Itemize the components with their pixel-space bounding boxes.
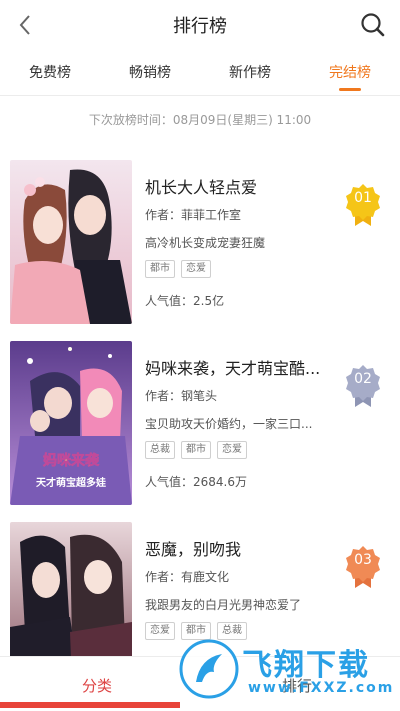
- rank-number: 01: [354, 190, 372, 206]
- cover-title: 妈咪来袭: [43, 452, 100, 469]
- comic-author: 作者：钢笔头: [145, 389, 218, 403]
- bottom-active-indicator: [0, 702, 180, 708]
- tab-active-indicator: [339, 88, 361, 91]
- rank-badge-icon: 03: [344, 544, 382, 590]
- comic-description: 我跟男友的白月光男神恋爱了: [145, 598, 302, 612]
- tab-free[interactable]: 免费榜: [0, 62, 100, 82]
- rank-number: 03: [354, 552, 372, 568]
- comic-description: 宝贝助攻天价婚约，一家三口...: [145, 417, 313, 431]
- tab-completed[interactable]: 完结榜: [300, 62, 400, 82]
- tag-list: 总裁 都市 恋爱: [145, 441, 247, 459]
- watermark-url: www.FXXZ.com: [248, 680, 395, 696]
- bottom-tab-category[interactable]: 分类: [82, 675, 112, 696]
- cover-subtitle: 天才萌宝超多娃: [36, 476, 106, 489]
- genre-tag: 恋爱: [181, 260, 211, 278]
- ranking-item[interactable]: 机长大人轻点爱 作者：菲菲工作室 高冷机长变成宠妻狂魔 都市 恋爱 人气值：2.…: [0, 160, 400, 332]
- ranking-item[interactable]: 妈咪来袭 天才萌宝超多娃 妈咪来袭，天才萌宝酷... 作者：钢笔头 宝贝助攻天价…: [0, 341, 400, 513]
- comic-title[interactable]: 机长大人轻点爱: [145, 174, 325, 198]
- genre-tag: 总裁: [145, 441, 175, 459]
- tag-list: 都市 恋爱: [145, 260, 211, 278]
- genre-tag: 恋爱: [145, 622, 175, 640]
- comic-title[interactable]: 妈咪来袭，天才萌宝酷...: [145, 355, 325, 379]
- popularity: 人气值：2684.6万: [145, 475, 247, 489]
- comic-cover[interactable]: 妈咪来袭 天才萌宝超多娃: [10, 341, 132, 505]
- top-bar: 排行榜: [0, 0, 400, 50]
- comic-author: 作者：菲菲工作室: [145, 208, 242, 222]
- comic-description: 高冷机长变成宠妻狂魔: [145, 236, 266, 250]
- site-watermark-logo: 飞翔下载 www.FXXZ.com: [178, 636, 392, 704]
- popularity: 人气值：2.5亿: [145, 294, 225, 308]
- genre-tag: 恋爱: [217, 441, 247, 459]
- genre-tag: 都市: [145, 260, 175, 278]
- next-release-time: 下次放榜时间：08月09日(星期三) 11:00: [88, 113, 312, 127]
- rank-number: 02: [354, 371, 372, 387]
- tab-new[interactable]: 新作榜: [200, 62, 300, 82]
- tab-bestseller[interactable]: 畅销榜: [100, 62, 200, 82]
- comic-author: 作者：有鹿文化: [145, 570, 230, 584]
- rank-badge-icon: 02: [344, 363, 382, 409]
- rank-badge-icon: 01: [344, 182, 382, 228]
- comic-title[interactable]: 恶魔，别吻我: [145, 536, 325, 560]
- watermark-text: 飞翔下载: [242, 648, 370, 683]
- ranking-tabs: 免费榜 畅销榜 新作榜 完结榜: [0, 50, 400, 96]
- search-icon[interactable]: [358, 10, 388, 40]
- page-title: 排行榜: [173, 16, 227, 37]
- genre-tag: 都市: [181, 441, 211, 459]
- comic-cover[interactable]: [10, 160, 132, 324]
